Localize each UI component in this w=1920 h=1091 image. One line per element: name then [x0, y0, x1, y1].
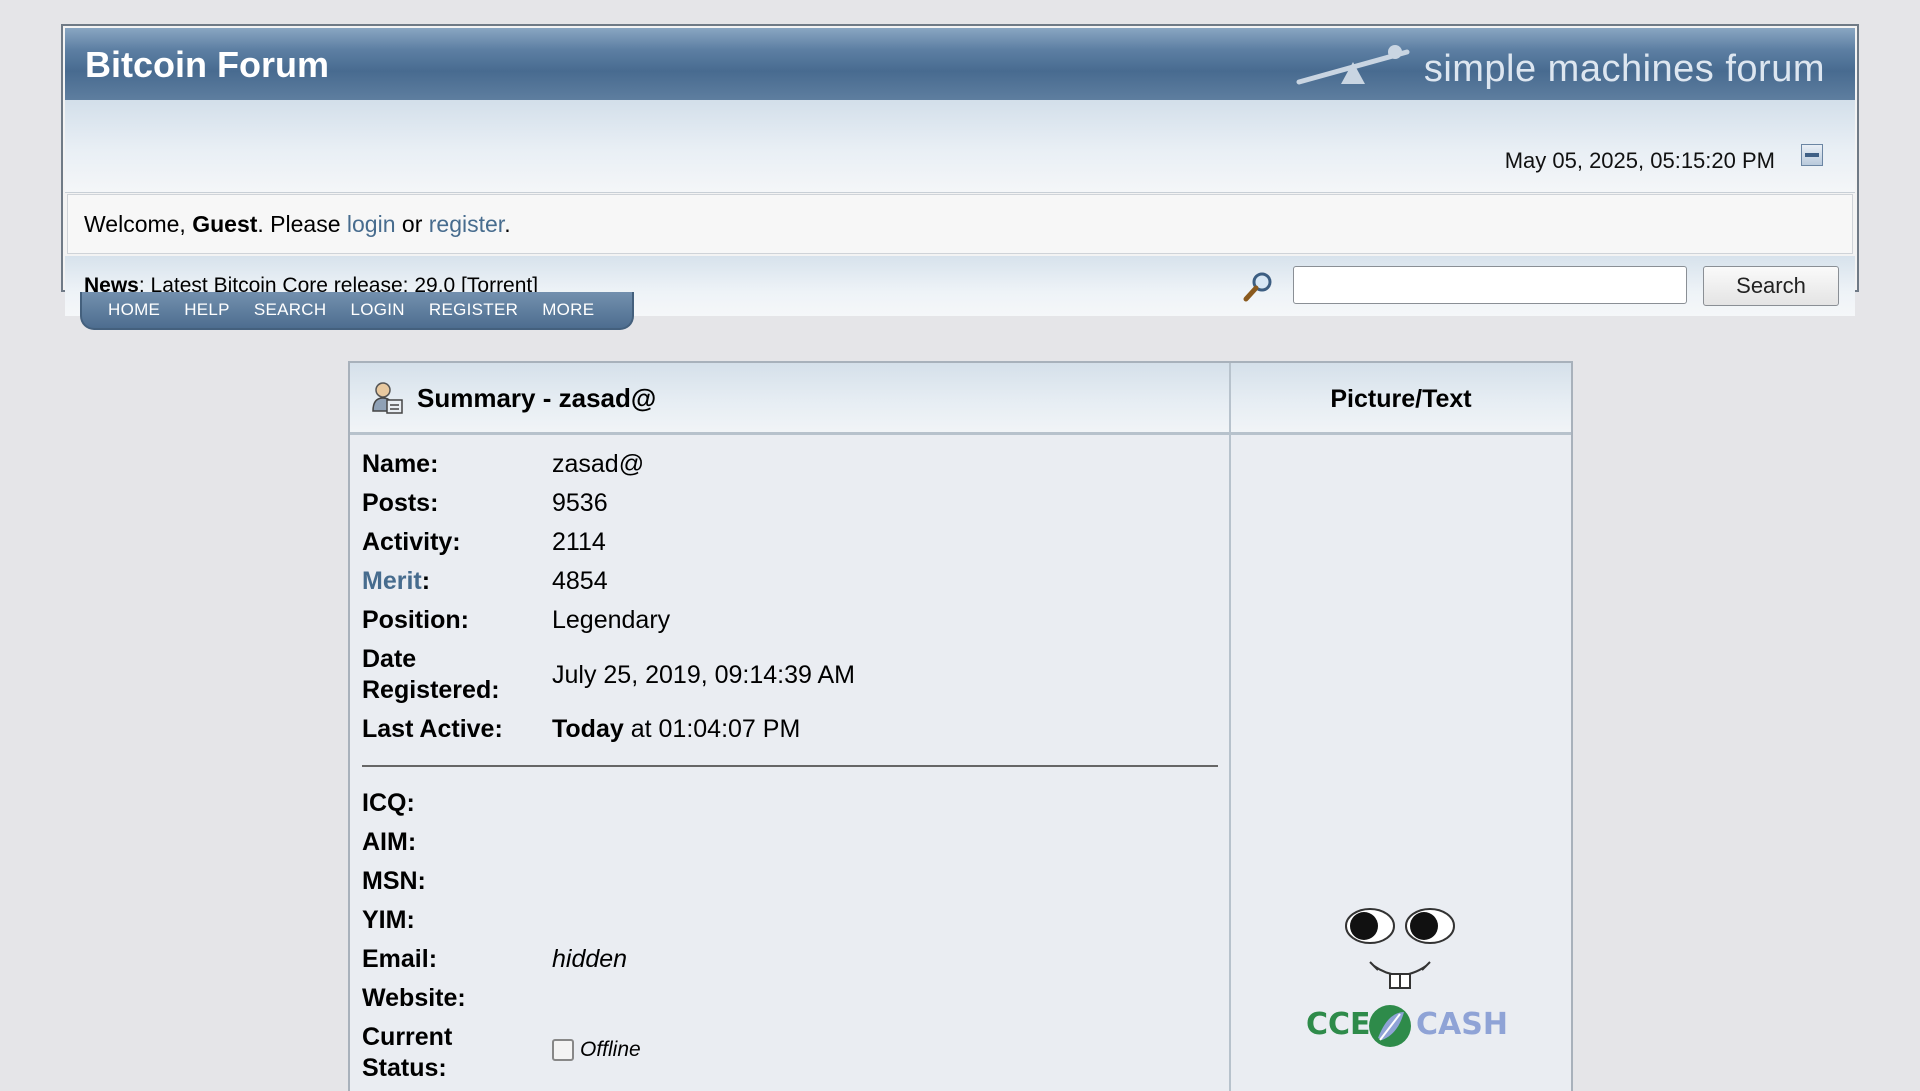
last-active-time: at 01:04:07 PM [623, 715, 801, 743]
register-link[interactable]: register [429, 211, 504, 237]
offline-text: Offline [580, 1038, 641, 1061]
status-value: Offline [552, 1034, 641, 1065]
field-label: Merit: [362, 566, 542, 597]
welcome-middle: . Please [257, 211, 347, 237]
date-label-line2: Registered: [362, 676, 500, 704]
merit-colon: : [421, 567, 431, 595]
field-value: zasad@ [552, 450, 645, 478]
search-button[interactable]: Search [1703, 266, 1839, 306]
field-label: YIM: [362, 906, 415, 934]
welcome-bar: Welcome, Guest. Please login or register… [67, 194, 1853, 254]
field-value: Legendary [552, 606, 671, 634]
field-value: 2114 [552, 528, 606, 556]
field-label: Date Registered: [362, 644, 542, 706]
column-divider [1229, 435, 1231, 1091]
smf-logo: simple machines forum [1295, 38, 1825, 94]
menu-item-search[interactable]: SEARCH [254, 292, 327, 328]
field-label: ICQ: [362, 789, 415, 817]
menu-item-login[interactable]: LOGIN [350, 292, 404, 328]
title-bar: Bitcoin Forum simple machines forum [65, 28, 1855, 101]
field-label: Website: [362, 984, 466, 1012]
collapse-header-icon[interactable] [1801, 144, 1823, 166]
last-active-today: Today [552, 715, 624, 743]
menu-item-register[interactable]: REGISTER [429, 292, 518, 328]
avatar-text-right: CASH [1416, 1007, 1508, 1042]
field-value: Today at 01:04:07 PM [552, 714, 800, 745]
menu-item-more[interactable]: MORE [542, 292, 594, 328]
picture-text-header: Picture/Text [1231, 363, 1571, 435]
user-avatar: CCE CASH [1306, 908, 1508, 1047]
field-label: Email: [362, 945, 438, 973]
field-label: Current Status: [362, 1022, 542, 1084]
avatar-text-left: CCE [1306, 1007, 1371, 1042]
main-menu: HOME HELP SEARCH LOGIN REGISTER MORE [80, 292, 634, 330]
welcome-prefix: Welcome, [84, 211, 193, 237]
field-label: Last Active: [362, 715, 503, 743]
field-value: 9536 [552, 489, 608, 517]
welcome-or: or [395, 211, 429, 237]
summary-header: Summary - zasad@ [350, 363, 1231, 435]
current-datetime: May 05, 2025, 05:15:20 PM [1504, 148, 1775, 173]
offline-status-icon [552, 1039, 574, 1062]
seesaw-icon [1296, 45, 1410, 85]
welcome-suffix: . [504, 211, 511, 237]
avatar-mouth-icon [1369, 961, 1431, 989]
magnifier-icon [1243, 272, 1272, 302]
forum-title[interactable]: Bitcoin Forum [85, 44, 329, 86]
status-label-line1: Current [362, 1023, 453, 1051]
field-label: Name: [362, 450, 439, 478]
menu-item-home[interactable]: HOME [108, 292, 160, 328]
menu-item-help[interactable]: HELP [184, 292, 230, 328]
status-label-line2: Status: [362, 1054, 447, 1082]
search-input[interactable] [1293, 266, 1687, 304]
merit-link[interactable]: Merit [362, 567, 422, 595]
field-value: hidden [552, 945, 628, 973]
welcome-user: Guest [192, 211, 258, 237]
avatar-eyes-icon [1345, 908, 1455, 944]
field-label: AIM: [362, 828, 417, 856]
header-frame: Bitcoin Forum simple machines forum May … [61, 24, 1859, 316]
smf-logo-text: simple machines forum [1423, 48, 1825, 90]
section-divider [362, 765, 1218, 767]
field-label: Posts: [362, 489, 439, 517]
summary-title: Summary - zasad@ [417, 383, 657, 413]
leaf-logo-icon [1369, 1005, 1411, 1047]
date-label-line1: Date [362, 645, 417, 673]
field-value: 4854 [552, 567, 608, 595]
field-label: MSN: [362, 867, 426, 895]
time-bar: May 05, 2025, 05:15:20 PM [65, 100, 1855, 193]
login-link[interactable]: login [347, 211, 396, 237]
field-label: Position: [362, 606, 469, 634]
field-label: Activity: [362, 528, 461, 556]
field-value: July 25, 2019, 09:14:39 AM [552, 661, 855, 689]
user-profile-icon [372, 382, 403, 414]
